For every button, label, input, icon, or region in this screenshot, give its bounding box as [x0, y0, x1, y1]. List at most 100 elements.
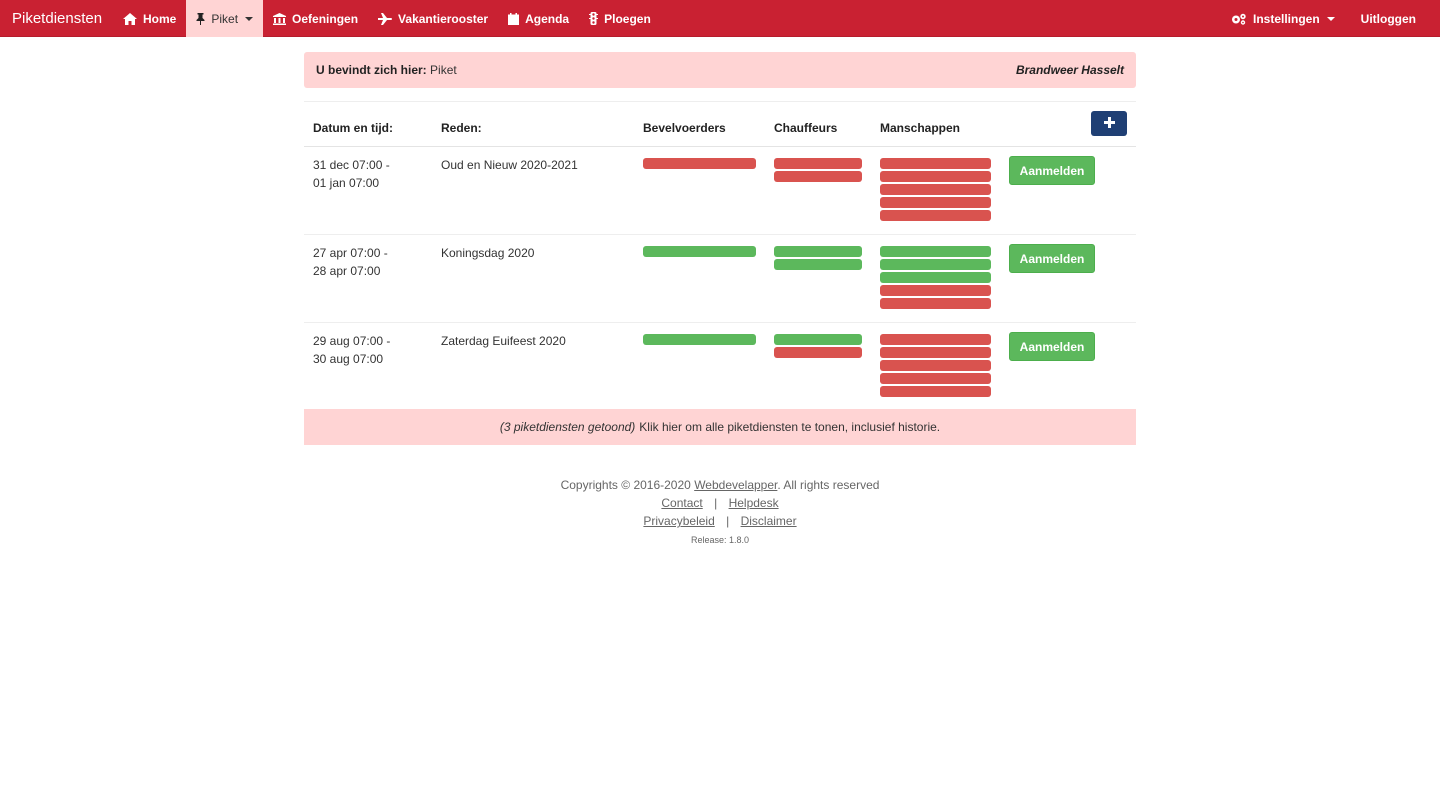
top-navbar: Piketdiensten Home Piket Oefeningen Vaka…: [0, 0, 1440, 37]
logout-link[interactable]: Uitloggen: [1347, 0, 1440, 37]
aanmelden-button[interactable]: Aanmelden: [1009, 244, 1095, 273]
footer: Copyrights © 2016-2020 Webdevelapper. Al…: [0, 476, 1440, 549]
status-bar-green: [880, 272, 991, 283]
privacy-link[interactable]: Privacybeleid: [643, 514, 714, 528]
copyright-line: Copyrights © 2016-2020 Webdevelapper. Al…: [0, 476, 1440, 494]
plane-icon: [378, 12, 393, 25]
status-bar-red: [643, 158, 756, 169]
row-reason: Zaterdag Euifeest 2020: [441, 334, 566, 348]
breadcrumb: U bevindt zich hier: Piket Brandweer Has…: [304, 52, 1136, 88]
aanmelden-button[interactable]: Aanmelden: [1009, 156, 1095, 185]
brand-link[interactable]: Piketdiensten: [12, 0, 102, 37]
copyright-suffix: . All rights reserved: [777, 478, 880, 492]
nav-item-vakantierooster[interactable]: Vakantierooster: [368, 0, 498, 37]
status-bar-green: [643, 246, 756, 257]
row-reason: Koningsdag 2020: [441, 246, 535, 260]
footer-links-2: Privacybeleid | Disclaimer: [0, 512, 1440, 530]
shown-count: (3 piketdiensten getoond): [499, 420, 636, 434]
company-link[interactable]: Webdevelapper: [694, 478, 777, 492]
nav-item-label: Ploegen: [604, 11, 651, 26]
status-bar-green: [774, 246, 862, 257]
release-version: Release: 1.8.0: [690, 535, 750, 545]
nav-item-label: Vakantierooster: [398, 11, 489, 26]
datetime-end: 01 jan 07:00: [313, 176, 380, 190]
header-datetime: Datum en tijd:: [313, 121, 393, 135]
row-datetime: 27 apr 07:00 - 28 apr 07:00: [313, 244, 388, 280]
chevron-down-icon: [245, 16, 254, 21]
status-bar-green: [880, 259, 991, 270]
main-nav: Home Piket Oefeningen Vakantierooster Ag…: [113, 0, 661, 37]
calendar-icon: [508, 12, 520, 25]
nav-item-label: Instellingen: [1252, 11, 1320, 26]
row-datetime: 31 dec 07:00 - 01 jan 07:00: [313, 156, 390, 192]
nav-item-instellingen[interactable]: Instellingen: [1219, 0, 1347, 37]
drivers-status: [774, 334, 862, 358]
datetime-start: 29 aug 07:00 -: [313, 334, 391, 348]
helpdesk-link[interactable]: Helpdesk: [729, 496, 779, 510]
row-reason: Oud en Nieuw 2020-2021: [441, 158, 578, 172]
traffic-light-icon: [589, 12, 599, 25]
nav-item-home[interactable]: Home: [113, 0, 186, 37]
status-bar-red: [774, 171, 862, 182]
breadcrumb-current: Piket: [430, 63, 457, 77]
status-bar-green: [774, 334, 862, 345]
status-bar-green: [643, 334, 756, 345]
nav-item-ploegen[interactable]: Ploegen: [579, 0, 661, 37]
drivers-status: [774, 158, 862, 182]
commanders-status: [643, 158, 756, 169]
footer-links-1: Contact | Helpdesk: [0, 494, 1440, 512]
crew-status: [880, 334, 991, 397]
nav-item-piket[interactable]: Piket: [186, 0, 264, 37]
status-bar-green: [880, 246, 991, 257]
status-bar-red: [880, 334, 991, 345]
piket-table: Datum en tijd: Reden: Bevelvoerders Chau…: [304, 101, 1136, 411]
nav-item-oefeningen[interactable]: Oefeningen: [263, 0, 368, 37]
chevron-down-icon: [1326, 16, 1335, 21]
show-all-text: Klik hier om alle piketdiensten te tonen…: [639, 420, 941, 434]
table-header: Datum en tijd: Reden: Bevelvoerders Chau…: [304, 102, 1136, 147]
gears-icon: [1231, 13, 1247, 25]
disclaimer-link[interactable]: Disclaimer: [741, 514, 797, 528]
bank-icon: [273, 12, 287, 25]
breadcrumb-path: U bevindt zich hier: Piket: [316, 63, 457, 77]
status-bar-red: [774, 347, 862, 358]
datetime-end: 30 aug 07:00: [313, 352, 384, 366]
status-bar-red: [880, 360, 991, 371]
status-bar-red: [880, 298, 991, 309]
datetime-start: 27 apr 07:00 -: [313, 246, 388, 260]
status-bar-red: [880, 171, 991, 182]
commanders-status: [643, 246, 756, 257]
nav-item-label: Agenda: [525, 11, 570, 26]
nav-item-label: Oefeningen: [292, 11, 359, 26]
commanders-status: [643, 334, 756, 345]
nav-item-label: Uitloggen: [1360, 11, 1416, 26]
nav-item-label: Piket: [211, 11, 239, 26]
datetime-end: 28 apr 07:00: [313, 264, 381, 278]
contact-link[interactable]: Contact: [661, 496, 702, 510]
table-row: 29 aug 07:00 - 30 aug 07:00 Zaterdag Eui…: [304, 323, 1136, 411]
header-crew: Manschappen: [880, 121, 961, 135]
header-drivers: Chauffeurs: [774, 121, 838, 135]
home-icon: [123, 12, 137, 25]
pin-icon: [196, 12, 205, 25]
footer-separator: |: [714, 496, 718, 510]
table-row: 27 apr 07:00 - 28 apr 07:00 Koningsdag 2…: [304, 235, 1136, 323]
copyright-prefix: Copyrights © 2016-2020: [560, 478, 691, 492]
status-bar-red: [880, 285, 991, 296]
crew-status: [880, 246, 991, 309]
table-row: 31 dec 07:00 - 01 jan 07:00 Oud en Nieuw…: [304, 147, 1136, 235]
organization-name: Brandweer Hasselt: [1015, 63, 1124, 77]
footer-separator: |: [726, 514, 730, 528]
status-bar-red: [880, 197, 991, 208]
show-all-link[interactable]: (3 piketdiensten getoond) Klik hier om a…: [304, 409, 1136, 445]
header-reason: Reden:: [441, 121, 482, 135]
status-bar-red: [880, 386, 991, 397]
add-piket-button[interactable]: [1091, 111, 1127, 136]
aanmelden-button[interactable]: Aanmelden: [1009, 332, 1095, 361]
status-bar-red: [880, 158, 991, 169]
breadcrumb-prefix: U bevindt zich hier:: [316, 63, 427, 77]
plus-icon: [1103, 116, 1115, 131]
status-bar-red: [880, 210, 991, 221]
status-bar-red: [774, 158, 862, 169]
nav-item-agenda[interactable]: Agenda: [498, 0, 579, 37]
